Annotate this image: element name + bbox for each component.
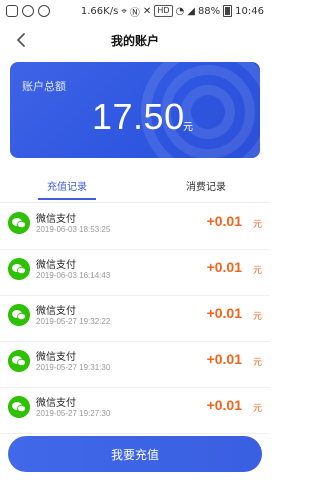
battery-icon xyxy=(223,5,233,17)
record-name: 微信支付 xyxy=(36,260,76,271)
notification-icon xyxy=(6,5,18,17)
record-name: 微信支付 xyxy=(36,398,76,409)
record-amount: +0.01 xyxy=(206,397,242,413)
record-unit: 元 xyxy=(252,312,262,322)
tab-recharge-records[interactable]: 充值记录 xyxy=(38,178,96,193)
recharge-button[interactable]: 我要充值 xyxy=(8,436,262,472)
wechat-pay-icon xyxy=(8,212,30,234)
page-title: 我的账户 xyxy=(110,33,159,48)
app-icon xyxy=(38,5,50,17)
record-time: 2019-05-27 19:27:30 xyxy=(36,409,111,418)
location-icon: ⌖ xyxy=(121,5,127,17)
wechat-pay-icon xyxy=(8,258,30,280)
record-time: 2019-06-03 18:53:25 xyxy=(36,225,111,234)
network-speed: 1.66K/s xyxy=(80,5,119,17)
record-name: 微信支付 xyxy=(36,306,76,317)
status-icons-right: 1.66K/s ⌖ Ⓝ ✕ HD ◔ ◢ 88% 10:46 xyxy=(81,4,264,19)
balance-label: 账户总额 xyxy=(22,80,66,93)
wifi-icon: ◔ xyxy=(175,5,185,17)
list-item[interactable]: 微信支付 2019-05-27 19:32:22 +0.01 元 xyxy=(0,296,270,342)
record-unit: 元 xyxy=(252,404,262,414)
record-unit: 元 xyxy=(252,220,262,230)
wechat-pay-icon xyxy=(8,304,30,326)
active-tab-indicator xyxy=(38,198,96,200)
hd-badge: HD xyxy=(154,5,173,17)
list-item[interactable]: 微信支付 2019-05-27 19:27:30 +0.01 元 xyxy=(0,388,270,434)
record-time: 2019-06-03 16:14:43 xyxy=(36,271,111,280)
signal-icon: ◢ xyxy=(187,5,195,17)
battery-percent: 88% xyxy=(197,5,221,17)
record-time: 2019-05-27 19:31:30 xyxy=(36,363,111,372)
balance-card: 账户总额 17.50 元 xyxy=(10,62,260,158)
record-time: 2019-05-27 19:32:22 xyxy=(36,317,111,326)
list-item[interactable]: 微信支付 2019-06-03 18:53:25 +0.01 元 xyxy=(0,204,270,250)
record-amount: +0.01 xyxy=(206,213,242,229)
divider xyxy=(0,202,270,203)
record-name: 微信支付 xyxy=(36,214,76,225)
list-item[interactable]: 微信支付 2019-05-27 19:31:30 +0.01 元 xyxy=(0,342,270,388)
record-amount: +0.01 xyxy=(206,351,242,367)
wechat-pay-icon xyxy=(8,396,30,418)
sync-icon xyxy=(22,5,34,17)
tab-consumption-records[interactable]: 消费记录 xyxy=(176,178,236,193)
balance-amount: 17.50 xyxy=(92,96,185,137)
record-name: 微信支付 xyxy=(36,352,76,363)
status-icons-left xyxy=(6,5,50,17)
nfc-icon: Ⓝ xyxy=(129,7,140,19)
clock: 10:46 xyxy=(235,5,264,17)
list-item[interactable]: 微信支付 2019-06-03 16:14:43 +0.01 元 xyxy=(0,250,270,296)
record-amount: +0.01 xyxy=(206,305,242,321)
balance-unit: 元 xyxy=(183,122,193,133)
status-bar: 1.66K/s ⌖ Ⓝ ✕ HD ◔ ◢ 88% 10:46 xyxy=(0,0,270,22)
record-amount: +0.01 xyxy=(206,259,242,275)
back-arrow-icon[interactable] xyxy=(12,30,32,50)
wechat-pay-icon xyxy=(8,350,30,372)
record-tabs: 充值记录 消费记录 xyxy=(0,178,270,202)
mute-icon: ✕ xyxy=(142,5,152,17)
recharge-record-list: 微信支付 2019-06-03 18:53:25 +0.01 元 微信支付 20… xyxy=(0,204,270,434)
record-unit: 元 xyxy=(252,266,262,276)
record-unit: 元 xyxy=(252,358,262,368)
app-header: 我的账户 xyxy=(0,22,270,58)
